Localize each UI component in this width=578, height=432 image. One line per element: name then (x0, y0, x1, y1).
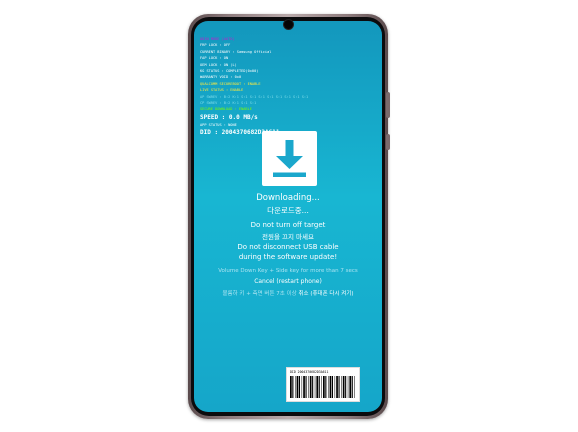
status-info-block: ODIN MODE (AUTO) FRP LOCK : OFF CURRENT BI… (200, 36, 376, 137)
do-not-disconnect-text: Do not disconnect USB cable (237, 243, 339, 251)
front-camera-icon (284, 20, 293, 29)
download-icon-box (262, 131, 317, 186)
barcode-sticker: DID 2004370682D3A611 (286, 367, 360, 402)
barcode-label: DID 2004370682D3A611 (290, 370, 329, 374)
downloading-label-kr: 다운로드중... (267, 206, 309, 215)
download-arrow-icon (273, 140, 306, 177)
speed-line: SPEED : 0.0 MB/s (200, 113, 258, 121)
side-key (386, 134, 390, 150)
do-not-turn-off-text-kr: 전원을 끄지 마세요 (262, 233, 314, 241)
software-update-warning: during the software update! (238, 253, 338, 261)
do-not-turn-off-text: Do not turn off target (250, 221, 326, 229)
volume-button (386, 92, 390, 118)
cancel-option-kr: 볼륨하 키 + 측면 버튼 7초 이상 취소 (휴대폰 다시 켜기) (194, 289, 382, 297)
downloading-label: Downloading... (256, 193, 320, 203)
volume-key-hint: Volume Down Key + Side key for more than… (218, 268, 358, 274)
download-mode-screen: ODIN MODE (AUTO) FRP LOCK : OFF CURRENT BI… (194, 21, 382, 412)
cancel-label-kr: 취소 (휴대폰 다시 켜기) (298, 291, 354, 297)
volume-key-hint-kr: 볼륨하 키 + 측면 버튼 7초 이상 (222, 291, 297, 297)
barcode-icon (290, 376, 355, 398)
cancel-restart-option: Cancel (restart phone) (254, 278, 322, 285)
